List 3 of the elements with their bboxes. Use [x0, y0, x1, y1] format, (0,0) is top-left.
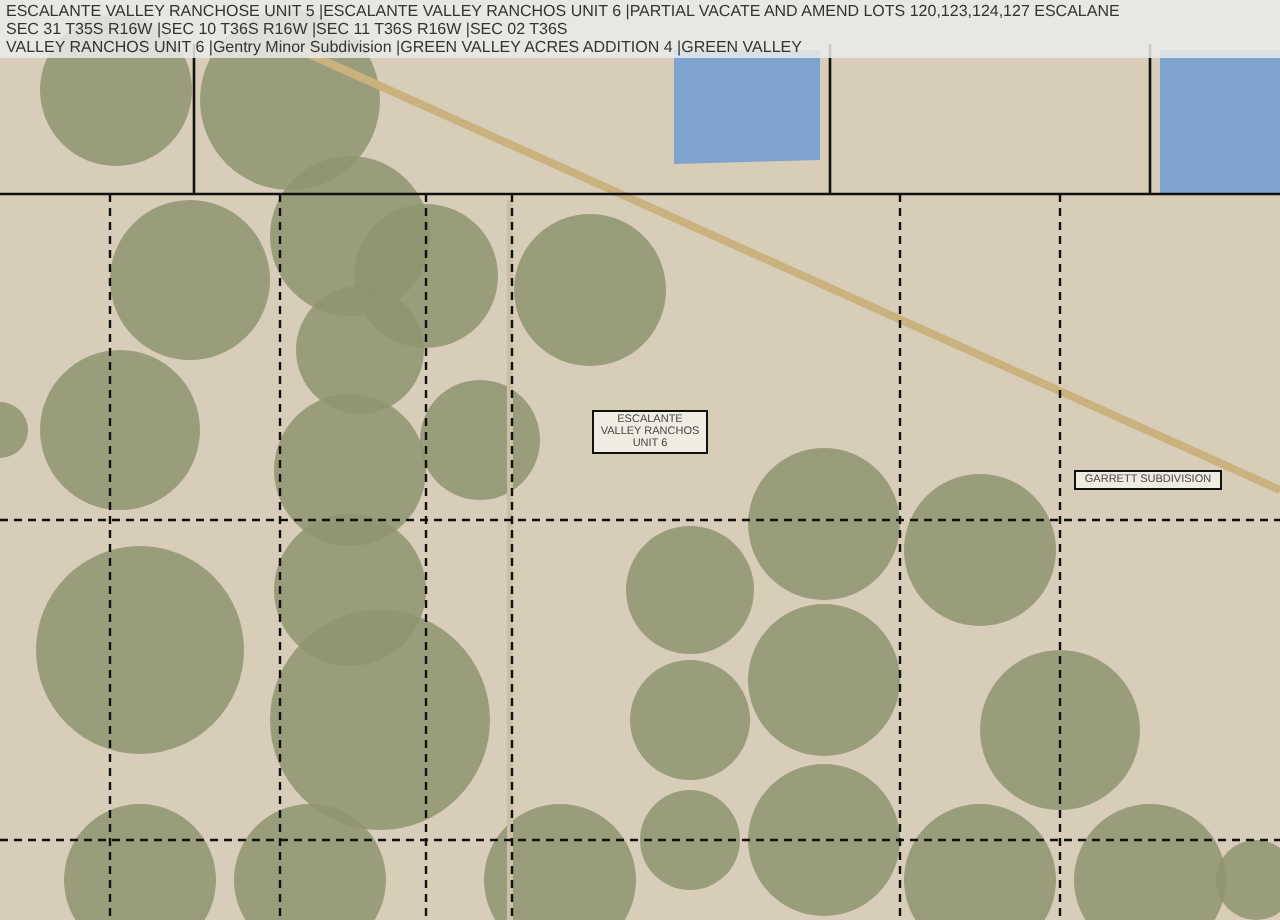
plat-label: VALLEY RANCHOS UNIT 6 |Gentry Minor Subdivision |GREEN VALLEY ACRES ADDITION 4 |GREEN VALLEY [6, 38, 804, 56]
plat-label: SEC 31 T35S R16W |SEC 10 T36S R16W |SEC 11 T36S R16W |SEC 02 T36S [6, 20, 570, 38]
plat-label: ESCALANTE VALLEY RANCHOSE UNIT 5 |ESCALANTE VALLEY RANCHOS UNIT 6 |PARTIAL VACATE AND AMEND LOTS 120,123,124,127 ESCALANE [6, 2, 1122, 20]
